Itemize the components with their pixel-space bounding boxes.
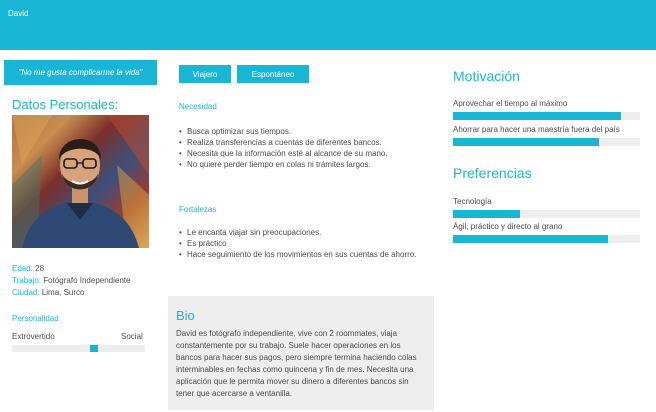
info-ciudad: Ciudad: Lima, Surco [12,288,85,297]
fortalezas-label: Fortalezas [179,205,217,214]
motivacion-item-2-bar [453,138,640,146]
personalidad-slider [12,345,145,352]
bio-title: Bio [176,308,195,323]
necesidad-label: Necesidad [179,102,217,111]
preferencias-item-2-label: Ágil, práctico y directo al grano [453,222,563,231]
tag-espontaneo: Espontáneo [237,65,309,83]
ciudad-value: Lima, Surco [41,288,85,297]
list-item: No quiere perder tiempo en colas ni trám… [179,159,419,170]
preferencias-item-1-label: Tecnología [453,197,492,206]
personalidad-slider-knob [90,345,99,352]
motivacion-item-2-label: Ahorrar para hacer una maestría fuera de… [453,125,620,134]
necesidad-list: Busca optimizar sus tiempos. Realiza tra… [179,126,419,170]
list-item: Necesita que la información esté al alca… [179,148,419,159]
preferencias-item-1-fill [453,210,521,218]
trabajo-key: Trabajo: [12,276,42,285]
preferencias-title: Preferencias [453,165,532,181]
edad-key: Edad: [12,264,33,273]
list-item: Hace seguimiento de los movimientos en s… [179,249,419,260]
motivacion-item-2-fill [453,138,599,146]
persona-name: David [8,9,29,18]
motivacion-item-1-label: Aprovechar el tiempo al máximo [453,99,568,108]
personalidad-left-label: Extrovertido [12,332,55,341]
preferencias-item-1-bar [453,210,640,218]
motivacion-title: Motivación [453,68,520,84]
ciudad-key: Ciudad: [12,288,40,297]
list-item: Busca optimizar sus tiempos. [179,126,419,137]
bio-text: David es fotógrafo independiente, vive c… [176,329,417,398]
personalidad-label: Personalidad [12,314,59,323]
fortalezas-list: Le encanta viajar sin preocupaciones. Es… [179,227,419,260]
list-item: Es práctico [179,238,419,249]
info-trabajo: Trabajo: Fotógrafo Independiente [12,276,130,285]
datos-personales-title: Datos Personales: [12,97,119,112]
info-edad: Edad: 28 [12,264,44,273]
list-item: Realiza transferencias a cuentas de dife… [179,137,419,148]
motivacion-item-1-fill [453,112,622,120]
bio-panel: Bio David es fotógrafo independiente, vi… [168,296,434,410]
preferencias-item-2-bar [453,235,640,243]
preferencias-item-2-fill [453,235,609,243]
tag-viajero: Viajero [179,65,231,83]
list-item: Le encanta viajar sin preocupaciones. [179,227,419,238]
personalidad-right-label: Social [121,332,143,341]
trabajo-value: Fotógrafo Independiente [43,276,131,285]
top-banner: David [0,0,656,50]
motivacion-item-1-bar [453,112,640,120]
persona-photo [12,115,149,248]
persona-quote: "No me gusta complicarme la vida" [4,60,157,85]
edad-value: 28 [35,264,45,273]
